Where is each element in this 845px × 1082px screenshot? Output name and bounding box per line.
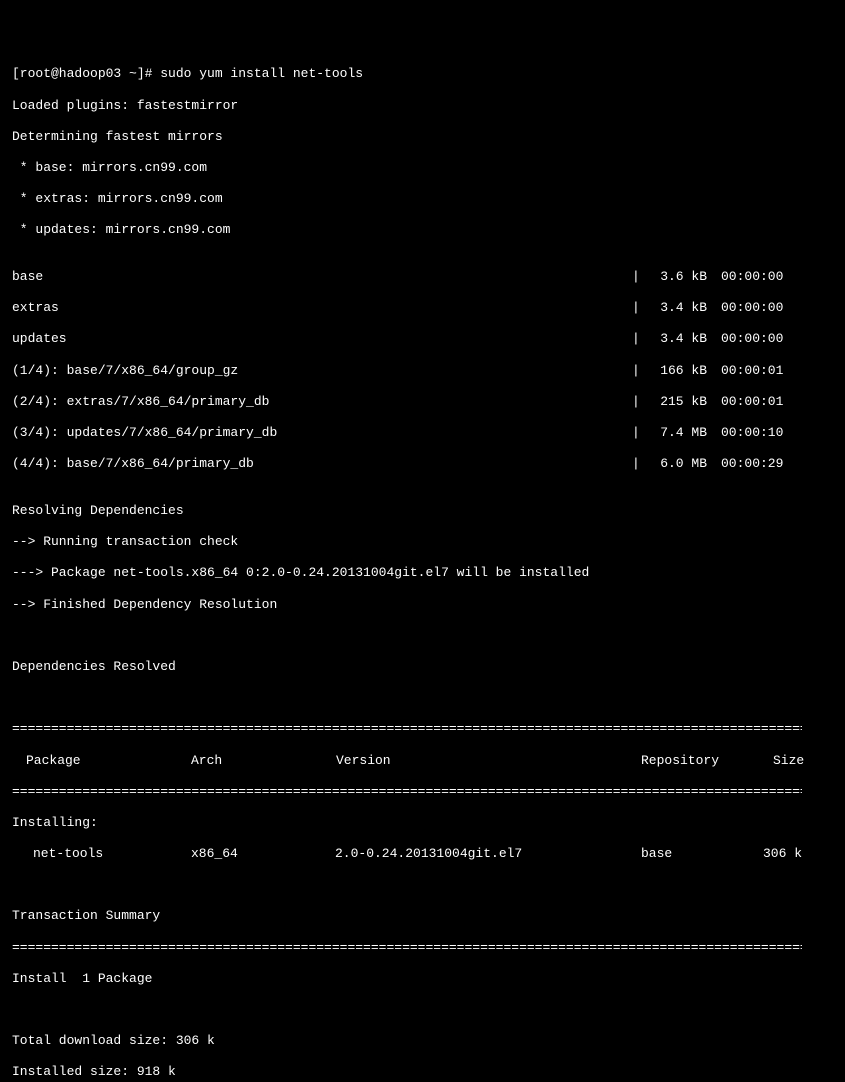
blank-line	[12, 628, 833, 644]
output-line: Resolving Dependencies	[12, 503, 833, 519]
download-time: 00:00:01	[721, 394, 791, 410]
download-row: base|3.6 kB 00:00:00	[12, 269, 792, 285]
download-time: 00:00:10	[721, 425, 791, 441]
download-name: (4/4): base/7/x86_64/primary_db	[12, 456, 632, 472]
download-size: 166 kB	[642, 363, 707, 379]
command-prompt-line: [root@hadoop03 ~]# sudo yum install net-…	[12, 66, 833, 82]
blank-line	[12, 1002, 833, 1018]
separator: |	[632, 300, 642, 316]
output-line: Determining fastest mirrors	[12, 129, 833, 145]
header-version: Version	[336, 753, 641, 769]
separator: |	[632, 394, 642, 410]
download-row: (2/4): extras/7/x86_64/primary_db|215 kB…	[12, 394, 792, 410]
package-size: 306 k	[763, 846, 802, 862]
separator: |	[632, 363, 642, 379]
installing-label: Installing:	[12, 815, 833, 831]
header-package: Package	[26, 753, 191, 769]
download-row: extras|3.4 kB 00:00:00	[12, 300, 792, 316]
download-size: 3.6 kB	[642, 269, 707, 285]
install-count: Install 1 Package	[12, 971, 833, 987]
download-name: base	[12, 269, 632, 285]
table-header: PackageArchVersionRepositorySize	[12, 753, 802, 769]
divider-line: ========================================…	[12, 721, 802, 737]
divider-line: ========================================…	[12, 940, 802, 956]
download-size: 3.4 kB	[642, 300, 707, 316]
separator: |	[632, 331, 642, 347]
output-line: --> Running transaction check	[12, 534, 833, 550]
download-size: 215 kB	[642, 394, 707, 410]
separator: |	[632, 456, 642, 472]
package-name: net-tools	[33, 846, 191, 862]
download-name: extras	[12, 300, 632, 316]
download-size: 6.0 MB	[642, 456, 707, 472]
download-time: 00:00:00	[721, 269, 791, 285]
package-arch: x86_64	[191, 846, 335, 862]
separator: |	[632, 425, 642, 441]
blank-line	[12, 877, 833, 893]
output-line: ---> Package net-tools.x86_64 0:2.0-0.24…	[12, 565, 833, 581]
download-row: updates|3.4 kB 00:00:00	[12, 331, 792, 347]
download-time: 00:00:01	[721, 363, 791, 379]
download-name: (1/4): base/7/x86_64/group_gz	[12, 363, 632, 379]
download-row: (3/4): updates/7/x86_64/primary_db|7.4 M…	[12, 425, 792, 441]
separator: |	[632, 269, 642, 285]
total-download-size: Total download size: 306 k	[12, 1033, 833, 1049]
output-line: Loaded plugins: fastestmirror	[12, 98, 833, 114]
download-time: 00:00:00	[721, 300, 791, 316]
mirror-line: * extras: mirrors.cn99.com	[12, 191, 833, 207]
output-line: Dependencies Resolved	[12, 659, 833, 675]
download-size: 3.4 kB	[642, 331, 707, 347]
summary-title: Transaction Summary	[12, 908, 833, 924]
header-arch: Arch	[191, 753, 336, 769]
divider-line: ========================================…	[12, 784, 802, 800]
package-repo: base	[641, 846, 763, 862]
download-name: (2/4): extras/7/x86_64/primary_db	[12, 394, 632, 410]
download-time: 00:00:29	[721, 456, 791, 472]
download-row: (1/4): base/7/x86_64/group_gz|166 kB 00:0…	[12, 363, 792, 379]
package-version: 2.0-0.24.20131004git.el7	[335, 846, 641, 862]
installed-size: Installed size: 918 k	[12, 1064, 833, 1080]
download-time: 00:00:00	[721, 331, 791, 347]
header-repo: Repository	[641, 753, 773, 769]
mirror-line: * updates: mirrors.cn99.com	[12, 222, 833, 238]
mirror-line: * base: mirrors.cn99.com	[12, 160, 833, 176]
download-size: 7.4 MB	[642, 425, 707, 441]
header-size: Size	[773, 753, 804, 769]
blank-line	[12, 690, 833, 706]
output-line: --> Finished Dependency Resolution	[12, 597, 833, 613]
download-row: (4/4): base/7/x86_64/primary_db|6.0 MB 00…	[12, 456, 792, 472]
package-row: net-toolsx86_642.0-0.24.20131004git.el7b…	[12, 846, 802, 862]
download-name: updates	[12, 331, 632, 347]
download-name: (3/4): updates/7/x86_64/primary_db	[12, 425, 632, 441]
